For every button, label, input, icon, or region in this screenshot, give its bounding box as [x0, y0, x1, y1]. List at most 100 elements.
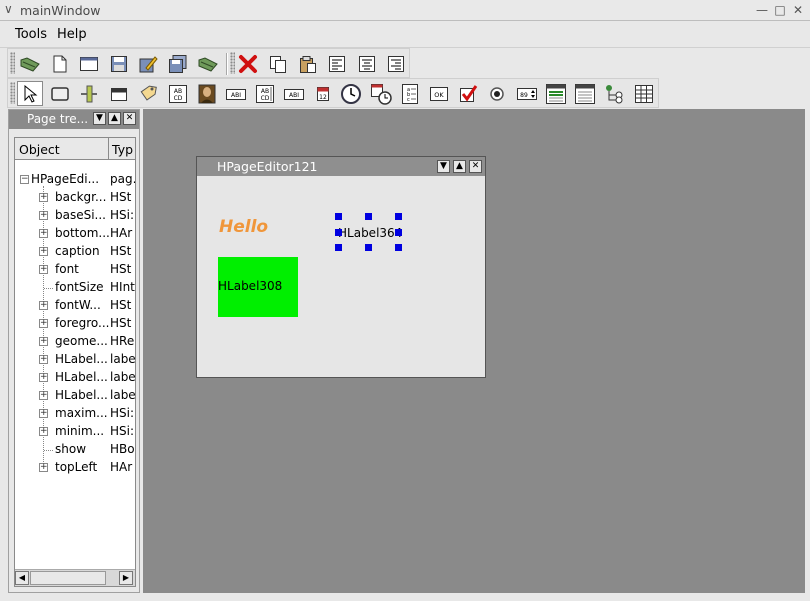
text-icon[interactable]: AB CD: [165, 81, 191, 106]
calendar-icon[interactable]: 12: [310, 81, 336, 106]
align-right-icon[interactable]: [383, 51, 409, 76]
dock-menu-icon[interactable]: ▼: [93, 112, 106, 125]
paste-icon[interactable]: [295, 51, 321, 76]
expand-icon[interactable]: +: [39, 301, 48, 310]
tree-row[interactable]: + baseSi... HSi:: [15, 207, 135, 225]
page-tree[interactable]: Object Typ − HPageEdi... pag. + backgr... HSt…: [14, 137, 136, 587]
tree-row[interactable]: + caption HSt: [15, 243, 135, 261]
expand-icon[interactable]: +: [39, 229, 48, 238]
page-editor-window[interactable]: HPageEditor121 ▼ ▲ ✕ Hello HLabel308 HLa…: [196, 156, 486, 378]
column-header-type[interactable]: Typ: [112, 142, 133, 157]
resize-handle[interactable]: [335, 244, 342, 251]
tree-row[interactable]: + minim... HSi:: [15, 423, 135, 441]
resize-handle[interactable]: [395, 229, 402, 236]
save-icon[interactable]: [106, 51, 132, 76]
tree-row[interactable]: + foregro... HSt: [15, 315, 135, 333]
tree-row[interactable]: + maxim... HSi:: [15, 405, 135, 423]
tree-row[interactable]: show HBo: [15, 441, 135, 459]
checkbox-icon[interactable]: [455, 81, 481, 106]
spinbox-icon[interactable]: 89: [514, 81, 540, 106]
toolbar-grip[interactable]: [10, 82, 15, 104]
tree-row[interactable]: fontSize HInt: [15, 279, 135, 297]
menu-tools[interactable]: Tools: [15, 27, 47, 42]
minimize-icon[interactable]: —: [754, 3, 770, 18]
tree-root-row[interactable]: − HPageEdi... pag.: [15, 171, 135, 189]
tree-row[interactable]: + geome... HRe: [15, 333, 135, 351]
resize-handle[interactable]: [395, 213, 402, 220]
edit-icon[interactable]: [135, 51, 161, 76]
tree-row[interactable]: + HLabel... labe: [15, 369, 135, 387]
editor-menu-icon[interactable]: ▼: [437, 160, 450, 173]
green-label-widget[interactable]: HLabel308: [218, 257, 298, 317]
tree-row[interactable]: + fontW... HSt: [15, 297, 135, 315]
selected-label[interactable]: HLabel364: [338, 226, 402, 240]
column-divider[interactable]: [108, 138, 109, 160]
pointer-icon[interactable]: [17, 81, 43, 106]
frame-icon[interactable]: [47, 81, 73, 106]
align-left-icon[interactable]: [324, 51, 350, 76]
combo-icon[interactable]: [543, 81, 569, 106]
tree-row[interactable]: + topLeft HAr: [15, 459, 135, 477]
editor-maximize-icon[interactable]: ▲: [453, 160, 466, 173]
editor-close-icon[interactable]: ✕: [469, 160, 482, 173]
clock-icon[interactable]: [338, 81, 364, 106]
align-center-icon[interactable]: [354, 51, 380, 76]
image-icon[interactable]: [194, 81, 220, 106]
ok-button-icon[interactable]: OK: [426, 81, 452, 106]
slider-icon[interactable]: [76, 81, 102, 106]
expand-icon[interactable]: +: [39, 319, 48, 328]
line-edit-icon[interactable]: ABI: [281, 81, 307, 106]
expand-icon[interactable]: +: [39, 373, 48, 382]
resize-handle[interactable]: [335, 213, 342, 220]
open-folder-icon[interactable]: [17, 51, 43, 76]
window-icon[interactable]: [76, 51, 102, 76]
text-edit-icon[interactable]: AB CD: [252, 81, 278, 106]
horizontal-scrollbar[interactable]: ◀ ▶: [15, 569, 135, 586]
tag-icon[interactable]: [135, 81, 161, 106]
dock-close-icon[interactable]: ✕: [123, 112, 136, 125]
copy-icon[interactable]: [265, 51, 291, 76]
list-icon[interactable]: abc: [397, 81, 423, 106]
scroll-right-icon[interactable]: ▶: [119, 571, 133, 585]
expand-icon[interactable]: +: [39, 211, 48, 220]
delete-icon[interactable]: [235, 51, 261, 76]
tree-row[interactable]: + font HSt: [15, 261, 135, 279]
expand-icon[interactable]: +: [39, 427, 48, 436]
expand-icon[interactable]: +: [39, 355, 48, 364]
resize-handle[interactable]: [365, 213, 372, 220]
menu-help[interactable]: Help: [57, 27, 87, 42]
date-time-icon[interactable]: [368, 81, 394, 106]
tree-icon[interactable]: [602, 81, 628, 106]
dock-float-icon[interactable]: ▲: [108, 112, 121, 125]
open-icon[interactable]: [195, 51, 221, 76]
save-all-icon[interactable]: [165, 51, 191, 76]
scroll-thumb[interactable]: [30, 571, 106, 585]
expand-icon[interactable]: +: [39, 409, 48, 418]
scroll-left-icon[interactable]: ◀: [15, 571, 29, 585]
toolbar-grip[interactable]: [10, 52, 15, 74]
expand-icon[interactable]: +: [39, 193, 48, 202]
combo-list-icon[interactable]: [572, 81, 598, 106]
label-icon[interactable]: ABI: [223, 81, 249, 106]
expand-icon[interactable]: +: [39, 337, 48, 346]
close-icon[interactable]: ✕: [790, 3, 806, 18]
expand-icon[interactable]: +: [39, 265, 48, 274]
resize-handle[interactable]: [395, 244, 402, 251]
tree-row[interactable]: + HLabel... labe: [15, 351, 135, 369]
table-icon[interactable]: [631, 81, 657, 106]
tree-row[interactable]: + bottom... HAr: [15, 225, 135, 243]
tree-row[interactable]: + backgr... HSt: [15, 189, 135, 207]
tree-row[interactable]: + HLabel... labe: [15, 387, 135, 405]
expand-icon[interactable]: +: [39, 391, 48, 400]
editor-title-bar[interactable]: HPageEditor121 ▼ ▲ ✕: [197, 157, 485, 176]
resize-handle[interactable]: [365, 244, 372, 251]
expand-icon[interactable]: +: [39, 463, 48, 472]
hello-label[interactable]: Hello: [219, 217, 268, 237]
expand-icon[interactable]: +: [39, 247, 48, 256]
collapse-icon[interactable]: −: [20, 175, 29, 184]
new-document-icon[interactable]: [47, 51, 73, 76]
column-header-object[interactable]: Object: [19, 142, 60, 157]
maximize-icon[interactable]: □: [772, 3, 788, 18]
dock-title-bar[interactable]: Page tre... ▼ ▲ ✕: [9, 110, 139, 129]
panel-icon[interactable]: [106, 81, 132, 106]
